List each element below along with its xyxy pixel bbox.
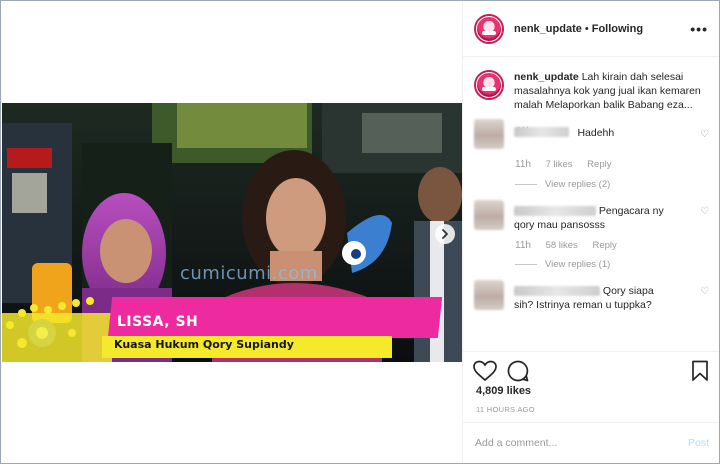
instagram-post-window: LISSA, SH Kuasa Hukum Qory Supiandy cumi… <box>0 0 720 464</box>
reply-button[interactable]: Reply <box>587 159 611 170</box>
video-player[interactable]: LISSA, SH Kuasa Hukum Qory Supiandy cumi… <box>2 103 462 362</box>
comment-likes[interactable]: 58 likes <box>546 240 578 251</box>
post-timestamp: 11 HOURS AGO <box>476 405 535 414</box>
lower-third-title: Kuasa Hukum Qory Supiandy <box>114 338 294 351</box>
likes-count[interactable]: 4,809 likes <box>476 385 531 397</box>
username-link[interactable]: nenk_update <box>514 23 582 35</box>
heart-icon[interactable] <box>473 360 497 382</box>
like-comment-heart-icon[interactable]: ♡ <box>700 286 709 297</box>
comments-list[interactable]: nenk_update Lah kirain dah selesai masal… <box>463 58 719 351</box>
post-sidebar: nenk_update • Following ••• nenk_update … <box>462 2 719 463</box>
comment-username[interactable] <box>514 126 569 137</box>
add-comment-input[interactable]: Add a comment... <box>475 437 557 449</box>
view-replies-label: View replies (2) <box>545 179 611 190</box>
separator-dot: • <box>584 23 589 35</box>
post-actions: 4,809 likes 11 HOURS AGO <box>463 351 719 423</box>
watermark-text: cumicumi.com <box>180 263 318 284</box>
reply-button[interactable]: Reply <box>592 240 616 251</box>
post-header: nenk_update • Following ••• <box>463 2 719 57</box>
media-pane: LISSA, SH Kuasa Hukum Qory Supiandy cumi… <box>2 2 462 463</box>
avatar[interactable] <box>474 70 504 100</box>
comment-username[interactable] <box>514 206 596 217</box>
comment-text: Hadehh <box>577 127 615 139</box>
comment-time: 11h <box>515 240 531 251</box>
post-button[interactable]: Post <box>688 437 709 449</box>
view-replies-button[interactable]: View replies (2) <box>515 179 719 190</box>
action-icons <box>473 360 529 387</box>
comment-likes[interactable]: 7 likes <box>546 159 573 170</box>
comment-username[interactable] <box>514 286 600 297</box>
view-replies-label: View replies (1) <box>545 259 611 270</box>
comment-item: Hadehh ♡ 11h 7 likes Reply View replies … <box>463 119 719 190</box>
next-media-button[interactable] <box>435 224 455 244</box>
caption-username[interactable]: nenk_update <box>514 71 579 83</box>
add-comment-bar: Add a comment... Post <box>463 422 719 463</box>
avatar[interactable] <box>474 200 504 230</box>
lower-third-name: LISSA, SH <box>117 314 199 330</box>
avatar[interactable] <box>474 119 504 149</box>
following-button[interactable]: Following <box>592 23 643 35</box>
comment-item: Pengacara ny qory mau pansosss ♡ 11h 58 … <box>463 200 719 270</box>
comment-item: Qory siapa sih? Istrinya reman u tuppka?… <box>463 280 719 312</box>
comment-time: 11h <box>515 159 531 170</box>
more-options-icon[interactable]: ••• <box>690 22 708 36</box>
caption: nenk_update Lah kirain dah selesai masal… <box>463 58 719 112</box>
avatar[interactable] <box>474 280 504 310</box>
view-replies-button[interactable]: View replies (1) <box>515 259 719 270</box>
like-comment-heart-icon[interactable]: ♡ <box>700 206 709 217</box>
chevron-right-icon <box>442 229 448 239</box>
like-comment-heart-icon[interactable]: ♡ <box>700 129 709 140</box>
avatar[interactable] <box>474 14 504 44</box>
comment-bubble-icon[interactable] <box>507 360 529 382</box>
bookmark-icon[interactable] <box>691 360 709 382</box>
caption-text: nenk_update Lah kirain dah selesai masal… <box>514 70 709 112</box>
